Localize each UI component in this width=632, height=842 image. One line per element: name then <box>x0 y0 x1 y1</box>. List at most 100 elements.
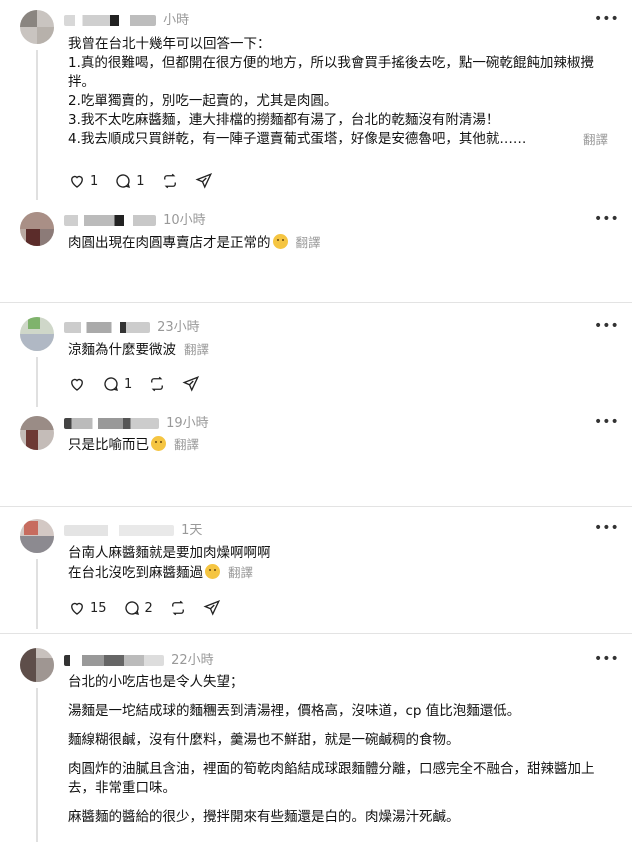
post-comment: 22小時 ••• 台北的小吃店也是令人失望； 湯麵是一坨結成球的麵糰丟到清湯裡，… <box>0 634 632 842</box>
thread-line <box>36 688 38 842</box>
avatar[interactable] <box>20 519 54 553</box>
post-line: 3.我不太吃麻醬麵，連大排檔的撈麵都有湯了，台北的乾麵沒有附清湯！ <box>68 112 500 128</box>
like-count: 1 <box>90 173 99 189</box>
post-actions: 15 2 <box>68 598 237 618</box>
username-blurred[interactable] <box>64 215 156 226</box>
avatar[interactable] <box>20 648 54 682</box>
reply-button[interactable]: 2 <box>123 599 153 617</box>
username-blurred[interactable] <box>64 655 164 666</box>
post-meta: 23小時 <box>64 316 200 335</box>
comment-icon <box>104 377 118 391</box>
heart-icon <box>71 602 83 615</box>
post-body: 台南人麻醬麵就是要加肉燥啊啊啊 在台北沒吃到麻醬麵過 翻譯 <box>68 544 608 583</box>
share-button[interactable] <box>203 599 221 617</box>
post-line: 4.我去順成只買餅乾，有一陣子還賣葡式蛋塔，好像是安德魯吧，其他就…… 翻譯 <box>68 130 608 149</box>
post-comment: 23小時 ••• 涼麵為什麼要微波 翻譯 1 <box>0 303 632 408</box>
smiley-icon <box>272 234 288 249</box>
avatar[interactable] <box>20 317 54 351</box>
send-icon <box>195 173 212 189</box>
translate-link[interactable]: 翻譯 <box>174 437 199 452</box>
post-body: 我曾在台北十幾年可以回答一下： 1.真的很難喝，但都開在很方便的地方，所以我會買… <box>68 35 608 149</box>
reply-count: 1 <box>124 376 133 392</box>
post-actions: 1 <box>68 374 216 394</box>
username-blurred[interactable] <box>64 15 156 26</box>
like-button[interactable] <box>68 375 86 393</box>
post-body: 肉圓出現在肉圓專賣店才是正常的 翻譯 <box>68 233 608 253</box>
repost-icon <box>171 600 184 616</box>
post-line-text: 4.我去順成只買餅乾，有一陣子還賣葡式蛋塔，好像是安德魯吧，其他就…… <box>68 131 527 147</box>
like-button[interactable]: 1 <box>68 172 98 190</box>
thread-line <box>36 559 38 629</box>
post-actions: 1 1 <box>68 171 229 191</box>
avatar[interactable] <box>20 212 54 246</box>
reply-button[interactable]: 1 <box>114 172 145 190</box>
more-options-icon[interactable]: ••• <box>594 211 619 227</box>
post-time: 19小時 <box>166 416 209 431</box>
more-options-icon[interactable]: ••• <box>594 651 619 667</box>
username-blurred[interactable] <box>64 322 150 333</box>
repost-button[interactable] <box>169 599 187 617</box>
send-icon <box>182 376 200 392</box>
reply-count: 2 <box>144 600 153 616</box>
post-time: 22小時 <box>171 653 214 668</box>
heart-icon <box>71 378 83 391</box>
more-options-icon[interactable]: ••• <box>594 318 619 334</box>
post-body: 涼麵為什麼要微波 翻譯 <box>68 340 608 360</box>
post-line: 在台北沒吃到麻醬麵過 <box>68 565 203 581</box>
thread-line <box>36 357 38 407</box>
avatar[interactable] <box>20 416 54 450</box>
post-paragraph: 台北的小吃店也是令人失望； <box>68 674 244 690</box>
post-comment: 小時 ••• 我曾在台北十幾年可以回答一下： 1.真的很難喝，但都開在很方便的地… <box>0 0 632 205</box>
post-time: 小時 <box>163 13 190 28</box>
translate-link[interactable]: 翻譯 <box>583 130 608 149</box>
more-options-icon[interactable]: ••• <box>594 414 619 430</box>
reply-count: 1 <box>136 173 145 189</box>
post-time: 23小時 <box>157 320 200 335</box>
username-blurred[interactable] <box>64 418 159 429</box>
worried-icon <box>205 564 220 579</box>
reply-comment: 10小時 ••• 肉圓出現在肉圓專賣店才是正常的 翻譯 <box>0 205 632 300</box>
like-count: 15 <box>90 600 107 616</box>
reply-button[interactable]: 1 <box>102 375 132 393</box>
comment-icon <box>116 174 131 188</box>
post-line: 2.吃單獨賣的，別吃一起賣的，尤其是肉圓。 <box>68 93 338 109</box>
post-body: 只是比喻而已 翻譯 <box>68 435 608 455</box>
repost-button[interactable] <box>161 172 179 190</box>
post-time: 1天 <box>181 523 203 538</box>
repost-button[interactable] <box>148 375 166 393</box>
post-text: 只是比喻而已 <box>68 437 149 453</box>
send-icon <box>203 600 220 616</box>
translate-link[interactable]: 翻譯 <box>184 342 209 357</box>
comment-icon <box>124 601 139 615</box>
post-meta: 22小時 <box>64 649 214 668</box>
heart-icon <box>71 175 83 188</box>
translate-link[interactable]: 翻譯 <box>228 565 253 580</box>
avatar[interactable] <box>20 10 54 44</box>
post-comment: 1天 ••• 台南人麻醬麵就是要加肉燥啊啊啊 在台北沒吃到麻醬麵過 翻譯 15 2 <box>0 507 632 632</box>
repost-icon <box>151 376 164 392</box>
repost-icon <box>163 173 176 189</box>
share-button[interactable] <box>195 172 213 190</box>
post-line: 我曾在台北十幾年可以回答一下： <box>68 36 271 52</box>
post-line: 1.真的很難喝，但都開在很方便的地方，所以我會買手搖後去吃，點一碗乾餛飩加辣椒攪… <box>68 55 594 90</box>
post-paragraph: 麻醬麵的醬給的很少，攪拌開來有些麵還是白的。肉燥湯汁死鹹。 <box>68 809 460 825</box>
like-button[interactable]: 15 <box>68 599 107 617</box>
post-meta: 10小時 <box>64 209 206 228</box>
post-paragraph: 麵線糊很鹹，沒有什麼料，羹湯也不鮮甜，就是一碗鹹稠的食物。 <box>68 732 460 748</box>
post-text: 涼麵為什麼要微波 <box>68 342 176 358</box>
post-time: 10小時 <box>163 213 206 228</box>
more-options-icon[interactable]: ••• <box>594 11 619 27</box>
translate-link[interactable]: 翻譯 <box>296 235 321 250</box>
share-button[interactable] <box>182 375 200 393</box>
post-meta: 小時 <box>64 9 190 28</box>
post-meta: 1天 <box>64 519 203 538</box>
username-blurred[interactable] <box>64 525 174 536</box>
post-paragraph: 肉圓炸的油膩且含油，裡面的筍乾肉餡結成球跟麵體分離，口感完全不融合，甜辣醬加上去… <box>68 761 595 796</box>
grimace-icon <box>151 436 166 451</box>
post-line: 台南人麻醬麵就是要加肉燥啊啊啊 <box>68 545 271 561</box>
post-text: 肉圓出現在肉圓專賣店才是正常的 <box>68 235 271 251</box>
more-options-icon[interactable]: ••• <box>594 520 619 536</box>
reply-comment: 19小時 ••• 只是比喻而已 翻譯 <box>0 408 632 508</box>
post-body: 台北的小吃店也是令人失望； 湯麵是一坨結成球的麵糰丟到清湯裡，價格高，沒味道，c… <box>68 673 608 837</box>
post-paragraph: 湯麵是一坨結成球的麵糰丟到清湯裡，價格高，沒味道，cp 值比泡麵還低。 <box>68 703 521 719</box>
